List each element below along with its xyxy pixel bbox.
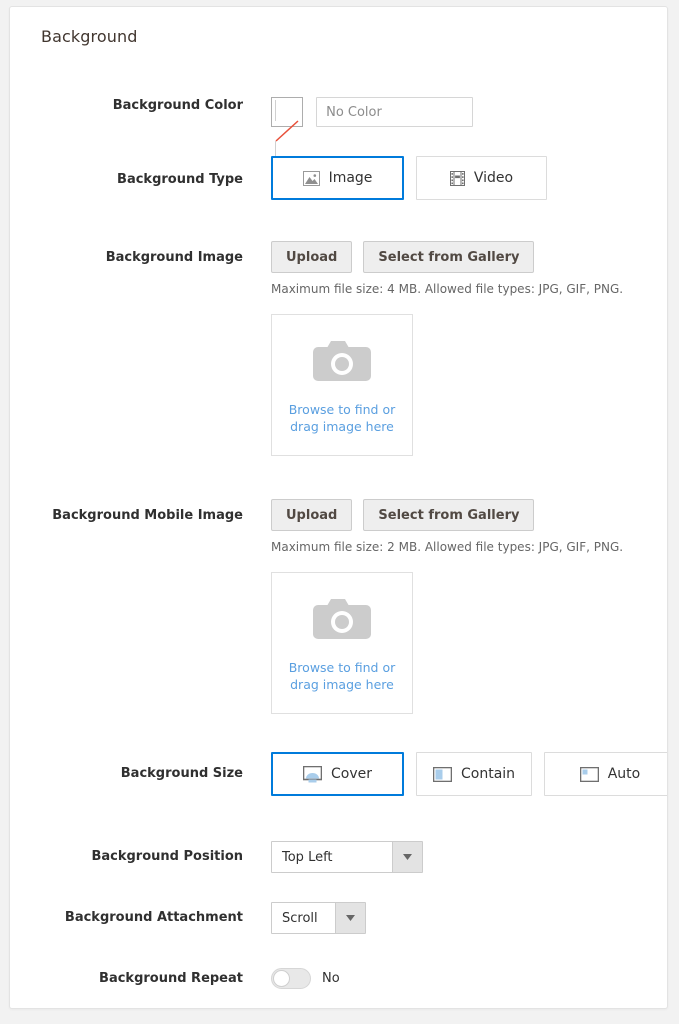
background-type-label-video: Video <box>473 170 514 186</box>
background-image-dropzone[interactable]: Browse to find or drag image here <box>271 314 413 456</box>
background-image-dropzone-text: Browse to find or drag image here <box>289 401 396 435</box>
color-swatch-button[interactable] <box>271 97 303 162</box>
label-background-mobile-image: Background Mobile Image <box>52 508 243 523</box>
camera-icon <box>311 335 373 387</box>
background-type-option-image[interactable]: Image <box>271 156 404 200</box>
dropzone-line-2: drag image here <box>290 419 394 434</box>
monitor-auto-icon <box>579 766 599 782</box>
background-size-label-auto: Auto <box>607 766 641 782</box>
background-size-label-contain: Contain <box>460 766 516 782</box>
background-type-control: Image Video <box>271 156 559 200</box>
background-size-label-cover: Cover <box>331 766 372 782</box>
background-type-option-video[interactable]: Video <box>416 156 547 200</box>
label-background-size: Background Size <box>120 766 243 781</box>
chevron-down-icon <box>392 842 422 872</box>
background-attachment-value: Scroll <box>282 910 318 926</box>
label-background-image: Background Image <box>105 250 243 265</box>
background-image-hint: Maximum file size: 4 MB. Allowed file ty… <box>271 282 624 296</box>
background-position-value: Top Left <box>282 849 333 865</box>
background-color-control <box>271 97 474 162</box>
chevron-down-icon <box>335 903 365 933</box>
no-color-swatch-icon <box>275 100 299 162</box>
background-mobile-image-upload-button[interactable]: Upload <box>271 499 353 531</box>
background-mobile-image-dropzone-text: Browse to find or drag image here <box>289 659 396 693</box>
background-settings-panel: Background Background Color Background T… <box>9 6 668 1009</box>
background-repeat-control: No <box>271 968 340 989</box>
toggle-knob <box>273 970 290 987</box>
dropzone-line-1: Browse to find or <box>288 402 396 417</box>
background-mobile-image-gallery-button[interactable]: Select from Gallery <box>363 499 535 531</box>
background-color-input[interactable] <box>316 97 474 127</box>
camera-icon <box>311 593 373 645</box>
film-icon <box>449 170 465 186</box>
background-attachment-control: Scroll <box>271 902 366 934</box>
dropzone-line-2: drag image here <box>290 677 394 692</box>
image-icon <box>302 170 320 186</box>
background-repeat-state-label: No <box>322 971 340 986</box>
background-repeat-toggle[interactable] <box>271 968 311 989</box>
background-image-gallery-button[interactable]: Select from Gallery <box>363 241 535 273</box>
label-background-attachment: Background Attachment <box>64 910 243 925</box>
label-background-color: Background Color <box>112 98 243 113</box>
label-background-position: Background Position <box>91 849 243 864</box>
background-position-select[interactable]: Top Left <box>271 841 423 873</box>
monitor-contain-icon <box>432 766 452 782</box>
background-size-option-auto[interactable]: Auto <box>544 752 667 796</box>
background-mobile-image-control: Upload Select from Gallery Maximum file … <box>271 499 623 714</box>
background-mobile-image-hint: Maximum file size: 2 MB. Allowed file ty… <box>271 540 624 554</box>
background-size-option-cover[interactable]: Cover <box>271 752 404 796</box>
page-title: Background <box>41 27 138 46</box>
background-size-option-contain[interactable]: Contain <box>416 752 532 796</box>
background-image-upload-button[interactable]: Upload <box>271 241 353 273</box>
dropzone-line-1: Browse to find or <box>288 660 396 675</box>
label-background-type: Background Type <box>117 172 243 187</box>
label-background-repeat: Background Repeat <box>99 971 243 986</box>
background-attachment-select[interactable]: Scroll <box>271 902 366 934</box>
background-position-control: Top Left <box>271 841 423 873</box>
background-type-label-image: Image <box>328 170 373 186</box>
monitor-cover-icon <box>303 765 322 783</box>
background-size-control: Cover Contain Auto <box>271 752 667 796</box>
background-mobile-image-dropzone[interactable]: Browse to find or drag image here <box>271 572 413 714</box>
background-image-control: Upload Select from Gallery Maximum file … <box>271 241 623 456</box>
